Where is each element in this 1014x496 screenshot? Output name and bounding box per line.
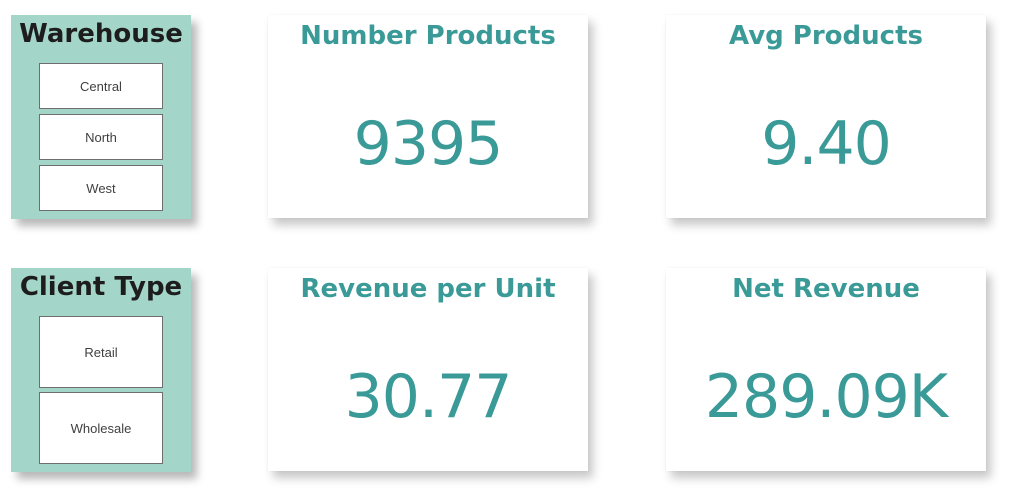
number-products-title: Number Products	[300, 21, 556, 51]
client-type-slicer: Client Type Retail Wholesale	[11, 268, 191, 472]
net-revenue-value: 289.09K	[704, 362, 948, 432]
client-type-option-retail[interactable]: Retail	[39, 316, 163, 388]
net-revenue-title: Net Revenue	[732, 274, 920, 304]
avg-products-value: 9.40	[761, 109, 892, 179]
avg-products-card: Avg Products 9.40	[666, 15, 986, 218]
revenue-per-unit-title: Revenue per Unit	[300, 274, 556, 304]
number-products-card: Number Products 9395	[268, 15, 588, 218]
revenue-per-unit-card: Revenue per Unit 30.77	[268, 268, 588, 471]
warehouse-option-west[interactable]: West	[39, 165, 163, 211]
warehouse-slicer: Warehouse Central North West	[11, 15, 191, 219]
warehouse-option-central[interactable]: Central	[39, 63, 163, 109]
client-type-option-wholesale[interactable]: Wholesale	[39, 392, 163, 464]
dashboard: Warehouse Central North West Client Type…	[0, 0, 1014, 496]
client-type-slicer-title: Client Type	[19, 272, 183, 302]
avg-products-title: Avg Products	[729, 21, 923, 51]
number-products-value: 9395	[353, 109, 504, 179]
warehouse-slicer-title: Warehouse	[19, 19, 183, 49]
warehouse-option-north[interactable]: North	[39, 114, 163, 160]
revenue-per-unit-value: 30.77	[344, 362, 513, 432]
net-revenue-card: Net Revenue 289.09K	[666, 268, 986, 471]
